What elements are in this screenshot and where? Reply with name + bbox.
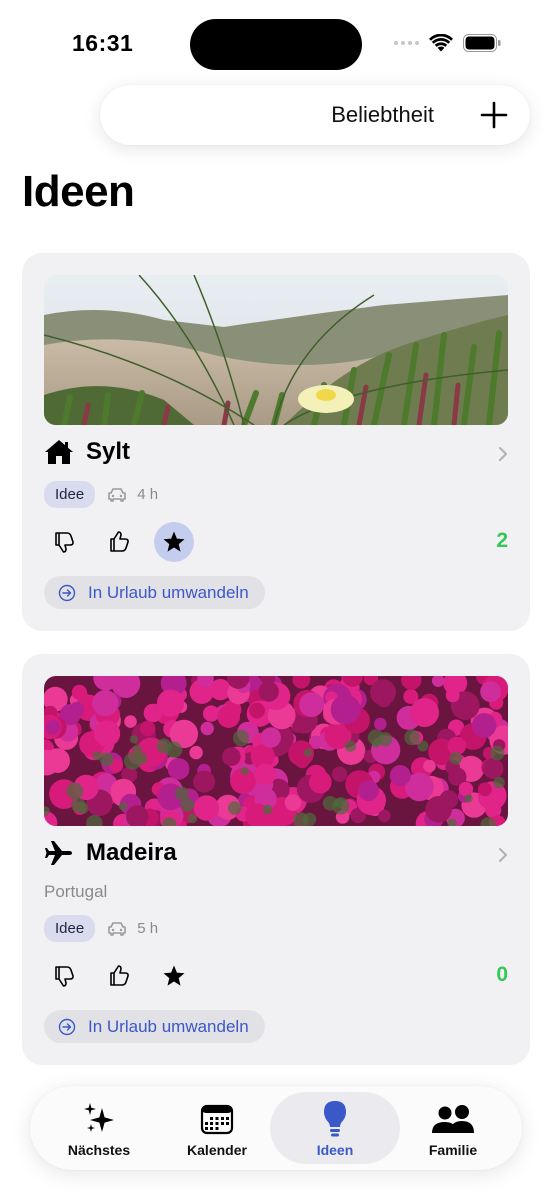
- chevron-right-icon[interactable]: [498, 446, 508, 462]
- wifi-icon: [429, 34, 453, 52]
- idea-card-madeira[interactable]: Madeira Portugal Idee 5 h 0 In Urlaub um…: [22, 654, 530, 1065]
- page-title: Ideen: [22, 167, 135, 216]
- status-icons: [394, 34, 501, 52]
- sort-button[interactable]: Beliebtheit: [331, 102, 434, 128]
- thumbs-down-button[interactable]: [44, 522, 84, 562]
- vote-score: 0: [496, 963, 508, 986]
- thumbs-down-icon: [55, 966, 74, 987]
- tab-label: Kalender: [187, 1142, 247, 1158]
- thumbs-down-icon: [55, 532, 74, 553]
- convert-label: In Urlaub umwandeln: [88, 582, 249, 602]
- card-subtitle: Portugal: [44, 882, 108, 901]
- tab-naechstes[interactable]: Nächstes: [40, 1092, 158, 1164]
- tab-ideen[interactable]: Ideen: [270, 1092, 400, 1164]
- star-icon: [163, 531, 185, 552]
- card-title-row: Madeira: [44, 839, 177, 867]
- tab-label: Ideen: [316, 1142, 354, 1158]
- arrow-right-circle-icon: [58, 1018, 76, 1035]
- star-button[interactable]: [154, 522, 194, 562]
- card-photo-dunes: [44, 275, 508, 425]
- lightbulb-icon: [324, 1101, 346, 1137]
- tab-label: Nächstes: [67, 1142, 131, 1158]
- convert-to-vacation-button[interactable]: In Urlaub umwandeln: [44, 1010, 265, 1043]
- vote-row: 0: [44, 956, 508, 996]
- meta-row: Idee 4 h: [44, 481, 158, 508]
- idea-card-sylt[interactable]: Sylt Idee 4 h 2 In Urlaub umwandeln: [22, 253, 530, 631]
- travel-time: 5 h: [107, 920, 158, 937]
- thumbs-up-icon: [110, 531, 129, 552]
- sparkles-icon: [84, 1103, 114, 1132]
- cellular-signal-icon: [394, 41, 419, 45]
- tab-familie[interactable]: Familie: [394, 1092, 512, 1164]
- tab-label: Familie: [428, 1142, 478, 1158]
- card-title: Sylt: [86, 438, 131, 465]
- meta-row: Idee 5 h: [44, 915, 158, 942]
- battery-icon: [463, 34, 501, 52]
- travel-time-value: 5 h: [137, 920, 159, 937]
- calendar-icon: [200, 1104, 234, 1135]
- travel-time: 4 h: [107, 486, 158, 503]
- thumbs-up-button[interactable]: [99, 956, 139, 996]
- toolbar: Beliebtheit: [100, 85, 530, 145]
- convert-to-vacation-button[interactable]: In Urlaub umwandeln: [44, 576, 265, 609]
- vote-row: 2: [44, 522, 508, 562]
- thumbs-down-button[interactable]: [44, 956, 84, 996]
- dynamic-island: [190, 19, 362, 70]
- status-time: 16:31: [72, 30, 134, 56]
- airplane-icon: [45, 841, 72, 865]
- house-icon: [45, 440, 73, 464]
- chevron-right-icon[interactable]: [498, 847, 508, 863]
- status-badge: Idee: [44, 481, 96, 508]
- status-badge: Idee: [44, 915, 96, 942]
- card-photo-flowers: [44, 676, 508, 826]
- convert-label: In Urlaub umwandeln: [88, 1016, 249, 1036]
- car-icon: [108, 921, 127, 936]
- plus-icon: [480, 101, 508, 129]
- card-title: Madeira: [86, 839, 177, 866]
- thumbs-up-button[interactable]: [99, 522, 139, 562]
- card-title-row: Sylt: [44, 438, 130, 466]
- arrow-right-circle-icon: [58, 584, 76, 601]
- tab-kalender[interactable]: Kalender: [158, 1092, 276, 1164]
- add-button[interactable]: [478, 99, 510, 131]
- star-button[interactable]: [154, 956, 194, 996]
- car-icon: [108, 487, 127, 502]
- people-icon: [432, 1105, 474, 1133]
- thumbs-up-icon: [110, 965, 129, 986]
- star-icon: [163, 965, 185, 986]
- travel-time-value: 4 h: [137, 486, 159, 503]
- tab-bar: Nächstes Kalender Ideen Familie: [30, 1086, 522, 1170]
- vote-score: 2: [496, 529, 508, 552]
